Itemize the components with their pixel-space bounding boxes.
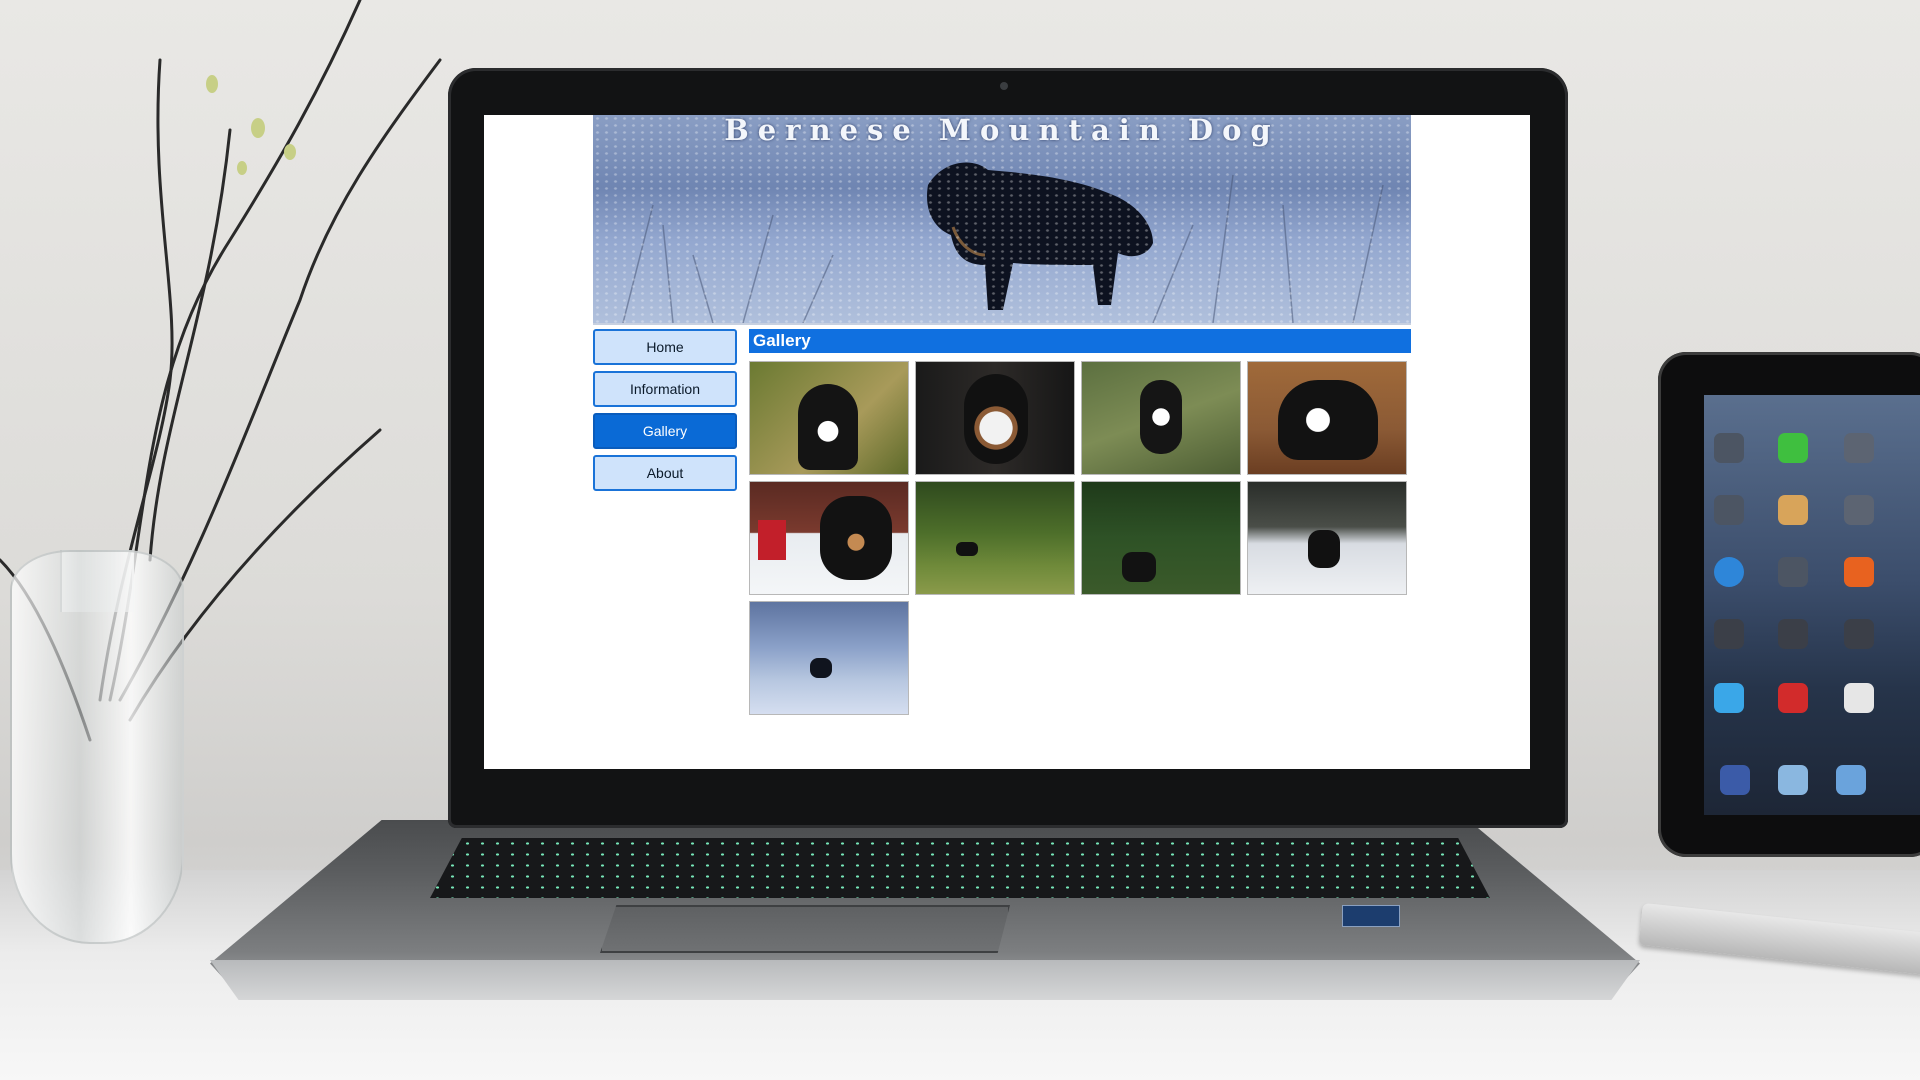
- laptop-base-edge: [210, 960, 1640, 1000]
- nav-information-button[interactable]: Information: [593, 371, 737, 407]
- newsstand-icon: [1778, 495, 1808, 525]
- app-icon: [1778, 557, 1808, 587]
- app-icon: [1844, 619, 1874, 649]
- gallery-photo-4[interactable]: [1247, 361, 1407, 475]
- laptop-screen: Bernese Mountain Dog Home Information Ga…: [484, 115, 1530, 769]
- flipboard-icon: [1778, 683, 1808, 713]
- gallery-photo-6[interactable]: [915, 481, 1075, 595]
- gallery-photo-9[interactable]: [749, 601, 909, 715]
- mail-icon: [1836, 765, 1866, 795]
- stumble-icon: [1844, 557, 1874, 587]
- laptop-touchpad: [600, 905, 1010, 953]
- video-icon: [1714, 557, 1744, 587]
- header-banner: Bernese Mountain Dog: [593, 115, 1411, 325]
- app-icon: [1844, 495, 1874, 525]
- gallery-photo-1[interactable]: [749, 361, 909, 475]
- safari-icon: [1778, 765, 1808, 795]
- app-icon: [1778, 619, 1808, 649]
- nav-gallery-button[interactable]: Gallery: [593, 413, 737, 449]
- webcam-icon: [1000, 82, 1008, 90]
- gallery-photo-7[interactable]: [1081, 481, 1241, 595]
- gallery-photo-5[interactable]: [749, 481, 909, 595]
- tablet-screen: [1704, 395, 1920, 815]
- wikipedia-icon: [1844, 683, 1874, 713]
- nav-about-button[interactable]: About: [593, 455, 737, 491]
- facebook-icon: [1720, 765, 1750, 795]
- app-icon: [1844, 433, 1874, 463]
- gallery-photo-8[interactable]: [1247, 481, 1407, 595]
- website: Bernese Mountain Dog Home Information Ga…: [593, 115, 1411, 769]
- main-content: Gallery: [749, 329, 1411, 715]
- site-title: Bernese Mountain Dog: [724, 115, 1280, 147]
- gallery-photo-3[interactable]: [1081, 361, 1241, 475]
- section-heading: Gallery: [749, 329, 1411, 353]
- app-icon: [1714, 433, 1744, 463]
- messages-icon: [1778, 433, 1808, 463]
- nav-home-button[interactable]: Home: [593, 329, 737, 365]
- twitter-icon: [1714, 683, 1744, 713]
- gallery-photo-2[interactable]: [915, 361, 1075, 475]
- app-icon: [1714, 619, 1744, 649]
- app-icon: [1714, 495, 1744, 525]
- laptop-keyboard: [430, 838, 1490, 898]
- laptop-sticker: [1342, 905, 1400, 927]
- sidebar-nav: Home Information Gallery About: [593, 329, 741, 497]
- glass-vase: [10, 550, 184, 944]
